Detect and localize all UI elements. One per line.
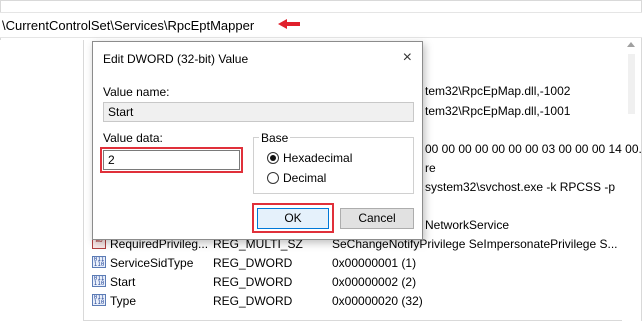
value-name-label: Value name: bbox=[103, 85, 170, 99]
decimal-radio[interactable] bbox=[267, 172, 279, 184]
value-type: REG_DWORD bbox=[213, 256, 293, 270]
value-name: Type bbox=[110, 294, 137, 308]
address-path[interactable]: \CurrentControlSet\Services\RpcEptMapper bbox=[2, 18, 254, 33]
arrow-shaft bbox=[286, 22, 300, 26]
edit-dword-dialog: Edit DWORD (32-bit) Value × Value name: … bbox=[92, 41, 423, 240]
reg-dword-icon: 011 110 bbox=[92, 294, 106, 306]
vertical-scrollbar[interactable] bbox=[622, 40, 641, 321]
value-data-label: Value data: bbox=[103, 131, 163, 145]
reg-dword-icon: 011 110 bbox=[92, 275, 106, 287]
close-icon[interactable]: × bbox=[403, 49, 412, 67]
red-arrow-annotation bbox=[278, 19, 300, 29]
value-type: REG_DWORD bbox=[213, 275, 293, 289]
hexadecimal-radio[interactable] bbox=[267, 152, 279, 164]
decimal-label[interactable]: Decimal bbox=[283, 171, 326, 185]
value-data-highlight bbox=[100, 147, 243, 173]
value-data-cell: NetworkService bbox=[425, 218, 510, 232]
value-data: 0x00000020 (32) bbox=[332, 294, 423, 308]
value-type: REG_DWORD bbox=[213, 294, 293, 308]
dialog-title: Edit DWORD (32-bit) Value bbox=[103, 52, 249, 66]
value-row-servicesidtype[interactable]: 011 110 ServiceSidType REG_DWORD 0x000000… bbox=[92, 254, 452, 272]
base-groupbox bbox=[253, 137, 414, 194]
value-name: Start bbox=[110, 275, 136, 289]
value-data-cell: tem32\RpcEpMap.dll,-1002 bbox=[425, 84, 571, 98]
value-data-cell: system32\svchost.exe -k RPCSS -p bbox=[425, 180, 616, 194]
value-data-cell: 00 00 00 00 00 00 00 03 00 00 00 14 00..… bbox=[425, 142, 642, 156]
ok-button-highlight bbox=[252, 203, 334, 233]
address-bar[interactable]: \CurrentControlSet\Services\RpcEptMapper bbox=[0, 12, 642, 38]
value-data: 0x00000001 (1) bbox=[332, 256, 417, 270]
base-group-label: Base bbox=[259, 131, 291, 145]
value-row-type[interactable]: 011 110 Type REG_DWORD 0x00000020 (32) bbox=[92, 292, 452, 310]
value-name: ServiceSidType bbox=[110, 256, 194, 270]
reg-dword-icon: 011 110 bbox=[92, 256, 106, 268]
value-row-start[interactable]: 011 110 Start REG_DWORD 0x00000002 (2) bbox=[92, 273, 452, 291]
cancel-button[interactable]: Cancel bbox=[340, 208, 414, 229]
value-name-field: Start bbox=[103, 102, 414, 122]
value-data: 0x00000002 (2) bbox=[332, 275, 417, 289]
value-data-cell: tem32\RpcEpMap.dll,-1001 bbox=[425, 104, 571, 118]
key-tree-pane[interactable] bbox=[0, 40, 84, 321]
scroll-thumb[interactable] bbox=[628, 54, 635, 114]
scroll-up-arrow-icon[interactable] bbox=[627, 42, 635, 47]
value-data-cell: re bbox=[425, 161, 436, 175]
hexadecimal-label[interactable]: Hexadecimal bbox=[283, 151, 352, 165]
